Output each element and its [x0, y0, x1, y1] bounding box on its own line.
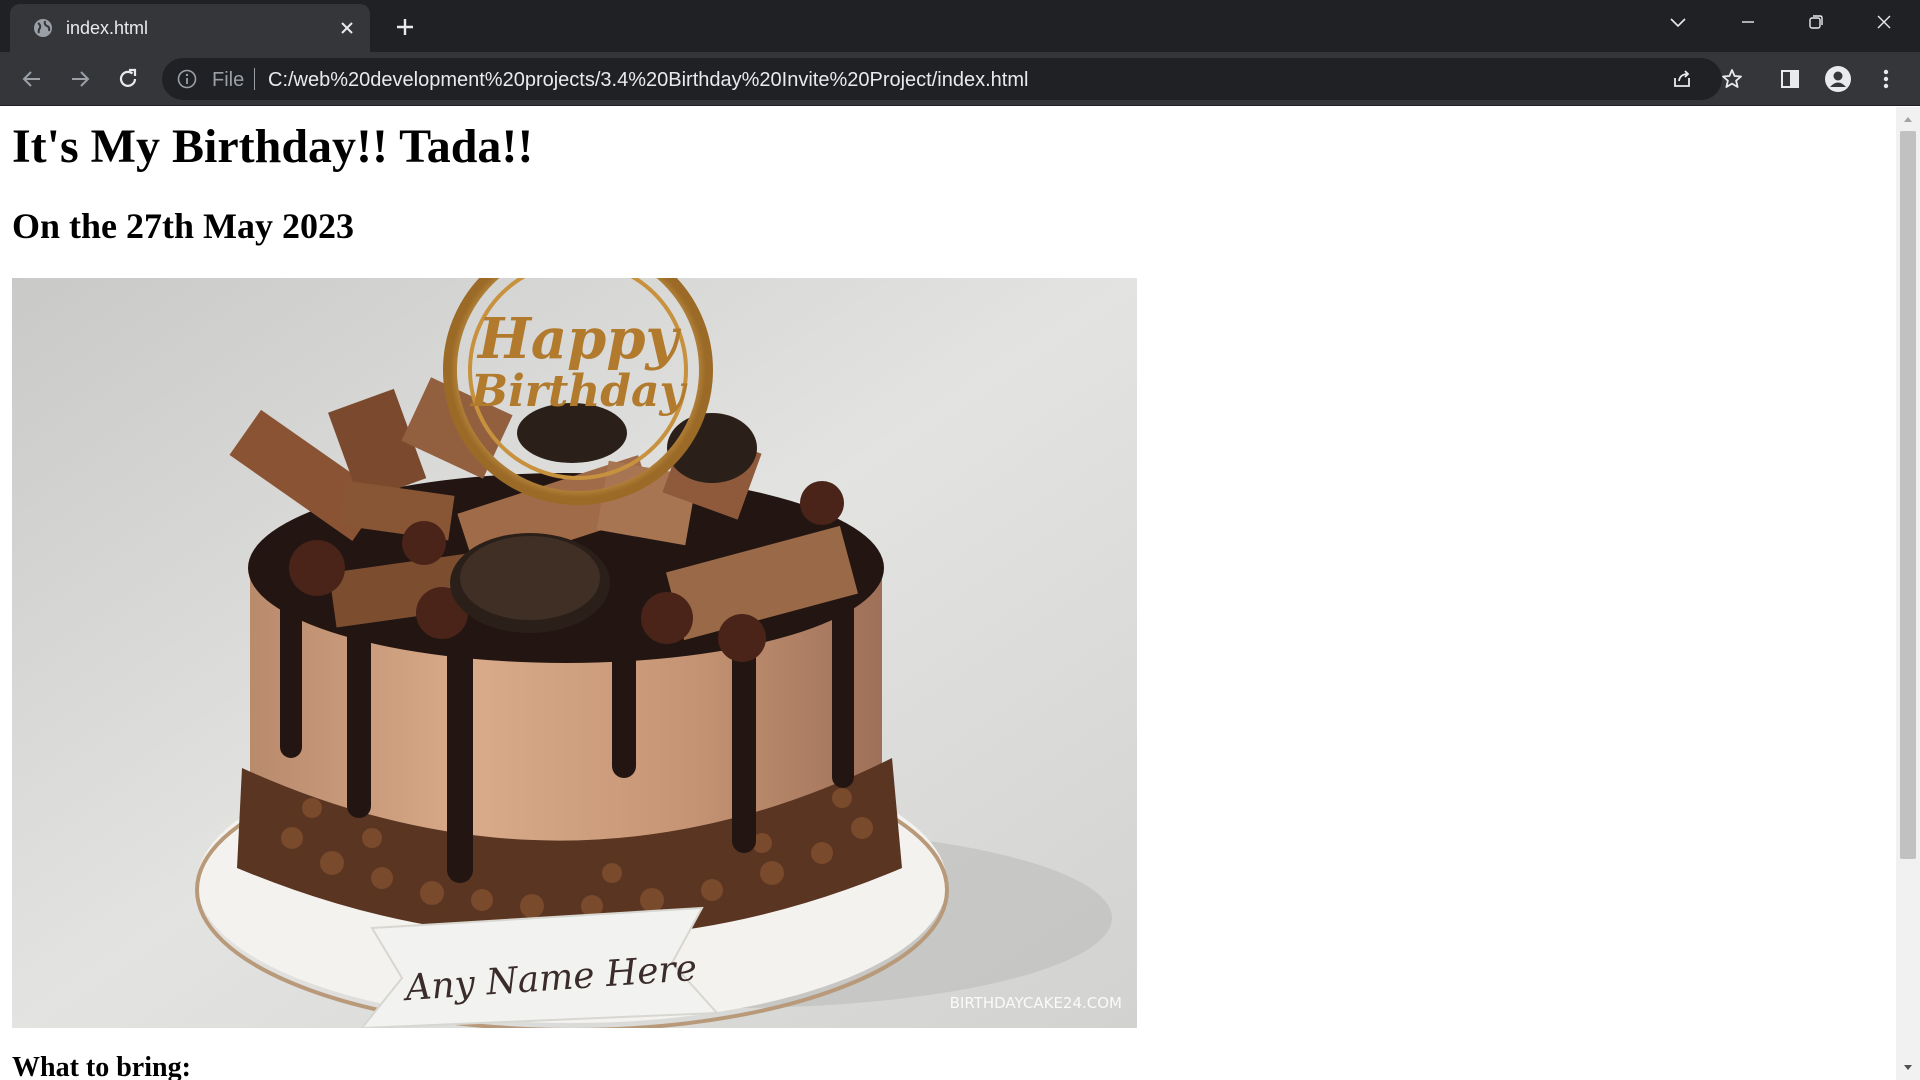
globe-icon [32, 17, 54, 39]
star-icon[interactable] [1716, 63, 1748, 95]
svg-text:Happy: Happy [476, 306, 682, 372]
page-viewport: It's My Birthday!! Tada!! On the 27th Ma… [0, 107, 1896, 1080]
restore-icon[interactable] [1798, 8, 1834, 36]
reload-icon[interactable] [112, 63, 144, 95]
svg-text:Birthday: Birthday [469, 366, 689, 417]
birthday-cake-image: Happy Birthday Any Name Here BIRTHDAYCAK… [12, 278, 1137, 1028]
browser-tab[interactable]: index.html [10, 4, 370, 52]
close-icon[interactable] [335, 16, 359, 40]
scheme-label: File [212, 69, 245, 91]
scroll-up-arrow-icon[interactable] [1896, 111, 1920, 127]
url-divider [254, 68, 255, 90]
minimize-icon[interactable] [1730, 8, 1766, 36]
what-to-bring-heading: What to bring: [12, 1052, 191, 1080]
scroll-down-arrow-icon[interactable] [1896, 1060, 1920, 1076]
share-icon[interactable] [1668, 65, 1696, 93]
address-bar[interactable]: File C:/web%20development%20projects/3.4… [162, 58, 1722, 100]
browser-toolbar: File C:/web%20development%20projects/3.4… [0, 52, 1920, 106]
chevron-down-icon[interactable] [1660, 8, 1696, 36]
forward-icon[interactable] [64, 63, 96, 95]
plus-icon[interactable] [390, 12, 420, 42]
side-panel-icon[interactable] [1774, 63, 1806, 95]
svg-text:BIRTHDAYCAKE24.COM: BIRTHDAYCAKE24.COM [950, 994, 1122, 1012]
profile-icon[interactable] [1822, 63, 1854, 95]
page-title: It's My Birthday!! Tada!! [12, 120, 534, 173]
back-icon[interactable] [16, 63, 48, 95]
more-icon[interactable] [1870, 63, 1902, 95]
info-icon[interactable] [176, 68, 198, 90]
close-window-icon[interactable] [1866, 8, 1902, 36]
vertical-scrollbar[interactable] [1896, 107, 1920, 1080]
scrollbar-thumb[interactable] [1900, 131, 1916, 859]
tab-strip: index.html [0, 0, 1920, 52]
date-heading: On the 27th May 2023 [12, 206, 354, 246]
url-text[interactable]: C:/web%20development%20projects/3.4%20Bi… [268, 69, 1028, 92]
tab-title: index.html [66, 18, 149, 38]
